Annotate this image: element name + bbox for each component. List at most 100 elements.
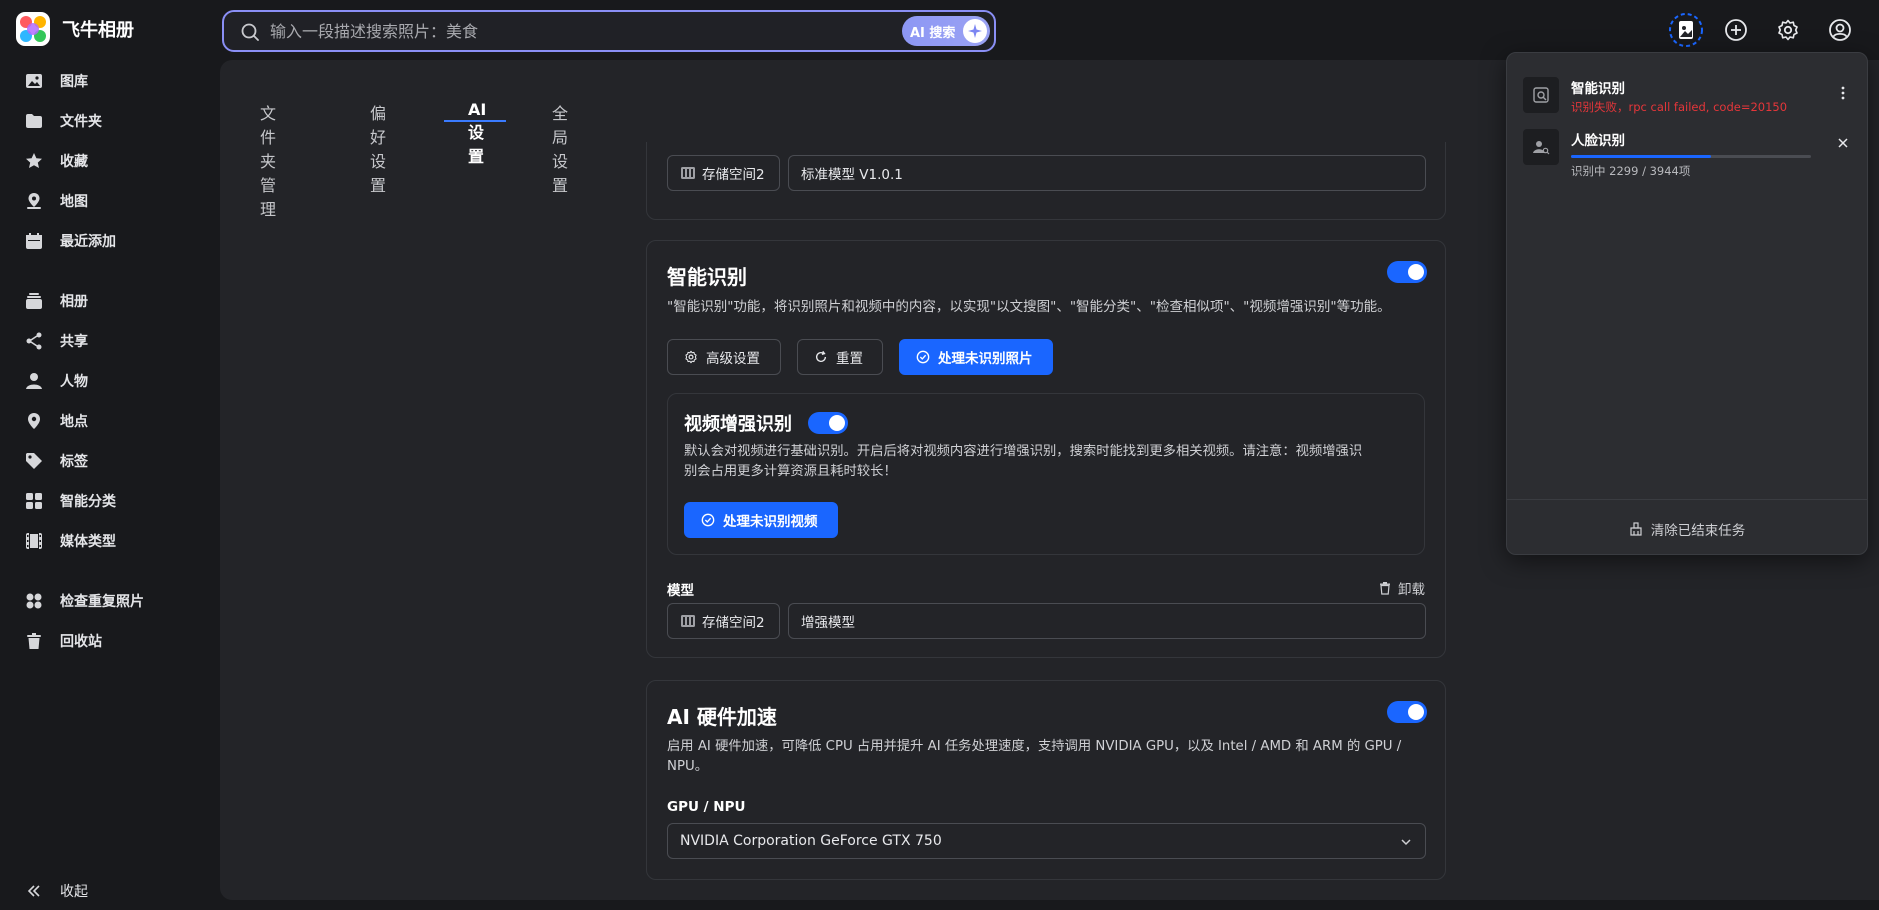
sidebar-item-recent[interactable]: 最近添加 bbox=[24, 226, 116, 256]
sidebar-item-share[interactable]: 共享 bbox=[24, 326, 88, 356]
storage-icon bbox=[681, 167, 695, 179]
sidebar-item-label: 共享 bbox=[60, 334, 88, 350]
smart-recognition-toggle[interactable] bbox=[1387, 261, 1427, 283]
account-button[interactable] bbox=[1820, 10, 1860, 50]
tab-folder-management[interactable]: 文件夹管理 bbox=[260, 100, 276, 219]
app-logo-icon bbox=[16, 12, 50, 46]
sidebar-item-folders[interactable]: 文件夹 bbox=[24, 106, 102, 136]
add-button[interactable] bbox=[1716, 10, 1756, 50]
gear-icon bbox=[685, 350, 697, 364]
process-photos-label: 处理未识别照片 bbox=[938, 351, 1033, 367]
storage-icon bbox=[681, 615, 695, 627]
sidebar-item-smart-categories[interactable]: 智能分类 bbox=[24, 486, 116, 516]
process-unrecognized-videos-button[interactable]: 处理未识别视频 bbox=[684, 502, 838, 538]
sidebar-item-media-types[interactable]: 媒体类型 bbox=[24, 526, 116, 556]
task-item-face-recognition: 人脸识别 识别中 2299 / 3944项 bbox=[1523, 129, 1853, 178]
sidebar-item-albums[interactable]: 相册 bbox=[24, 286, 88, 316]
collapse-label: 收起 bbox=[60, 884, 88, 900]
hw-acceleration-toggle[interactable] bbox=[1387, 701, 1427, 723]
reset-label: 重置 bbox=[836, 351, 863, 367]
advanced-settings-label: 高级设置 bbox=[706, 351, 760, 367]
storage-selector[interactable]: 存储空间2 bbox=[667, 603, 780, 639]
video-enhance-title: 视频增强识别 bbox=[684, 414, 792, 435]
smart-recognition-card: 智能识别 "智能识别"功能，将识别照片和视频中的内容，以实现"以文搜图"、"智能… bbox=[646, 240, 1446, 658]
ai-search-label: AI 搜索 bbox=[910, 25, 956, 41]
map-pin-icon bbox=[27, 193, 41, 209]
task-item-smart-recognition: 智能识别 识别失败，rpc call failed, code=20150 bbox=[1523, 77, 1853, 121]
sidebar-item-label: 收藏 bbox=[60, 154, 88, 170]
storage-label: 存储空间2 bbox=[702, 615, 765, 631]
settings-button[interactable] bbox=[1768, 10, 1808, 50]
model-name: 增强模型 bbox=[801, 615, 855, 631]
top-bar: 飞牛相册 AI 搜索 bbox=[0, 0, 1879, 60]
sidebar-item-trash[interactable]: 回收站 bbox=[24, 626, 102, 656]
task-name: 人脸识别 bbox=[1571, 133, 1625, 149]
plus-circle-icon bbox=[1725, 19, 1747, 41]
gpu-select[interactable]: NVIDIA Corporation GeForce GTX 750 bbox=[667, 823, 1426, 859]
check-circle-icon bbox=[916, 350, 930, 364]
scan-image-icon bbox=[1523, 77, 1559, 113]
tab-global-settings[interactable]: 全局设置 bbox=[552, 100, 568, 195]
uninstall-button[interactable]: 卸载 bbox=[1378, 578, 1425, 598]
task-progress-fill bbox=[1571, 155, 1711, 158]
ai-search-button[interactable]: AI 搜索 bbox=[902, 16, 990, 46]
location-icon bbox=[28, 413, 40, 429]
search-input[interactable] bbox=[270, 18, 870, 44]
card-title: 智能识别 bbox=[667, 265, 747, 289]
task-status: 识别中 2299 / 3944项 bbox=[1571, 164, 1691, 178]
sidebar-item-map[interactable]: 地图 bbox=[24, 186, 88, 216]
person-icon bbox=[26, 373, 42, 389]
share-icon bbox=[26, 332, 42, 350]
popover-divider bbox=[1507, 499, 1867, 500]
card-description: "智能识别"功能，将识别照片和视频中的内容，以实现"以文搜图"、"智能分类"、"… bbox=[667, 299, 1391, 315]
tab-preferences[interactable]: 偏好设置 bbox=[370, 100, 386, 195]
gpu-label: GPU / NPU bbox=[667, 799, 746, 815]
chevron-down-icon bbox=[1401, 839, 1411, 846]
gpu-selected-value: NVIDIA Corporation GeForce GTX 750 bbox=[680, 833, 942, 849]
sidebar-item-tags[interactable]: 标签 bbox=[24, 446, 88, 476]
close-icon bbox=[1838, 138, 1848, 148]
gear-icon bbox=[1778, 19, 1798, 41]
sidebar-item-label: 人物 bbox=[60, 374, 88, 390]
sidebar-item-label: 地点 bbox=[60, 414, 88, 430]
reset-button[interactable]: 重置 bbox=[797, 339, 883, 375]
model-name-field: 增强模型 bbox=[788, 603, 1426, 639]
video-enhance-toggle[interactable] bbox=[808, 412, 848, 434]
uninstall-label: 卸载 bbox=[1398, 582, 1425, 598]
task-close-button[interactable] bbox=[1833, 133, 1853, 153]
sidebar-item-duplicates[interactable]: 检查重复照片 bbox=[24, 586, 144, 616]
storage-selector[interactable]: 存储空间2 bbox=[667, 155, 780, 191]
sidebar-collapse-button[interactable]: 收起 bbox=[24, 876, 88, 906]
basic-model-card: 存储空间2 标准模型 V1.0.1 bbox=[646, 142, 1446, 220]
clear-finished-label: 清除已结束任务 bbox=[1650, 523, 1746, 539]
face-scan-icon bbox=[1523, 129, 1559, 165]
sidebar-item-places[interactable]: 地点 bbox=[24, 406, 88, 436]
process-unrecognized-photos-button[interactable]: 处理未识别照片 bbox=[899, 339, 1053, 375]
model-name-field: 标准模型 V1.0.1 bbox=[788, 155, 1426, 191]
model-label: 模型 bbox=[667, 583, 694, 599]
process-videos-label: 处理未识别视频 bbox=[723, 514, 818, 530]
sidebar-item-label: 检查重复照片 bbox=[60, 594, 144, 610]
sidebar-item-label: 标签 bbox=[60, 454, 88, 470]
video-enhance-desc-line2: 别会占用更多计算资源且耗时较长！ bbox=[684, 464, 897, 479]
task-error-message: 识别失败，rpc call failed, code=20150 bbox=[1571, 100, 1788, 114]
trash-icon bbox=[1380, 582, 1390, 595]
search-icon bbox=[241, 23, 259, 41]
sidebar-item-gallery[interactable]: 图库 bbox=[24, 66, 88, 96]
task-list-button[interactable] bbox=[1666, 10, 1706, 50]
card-title: AI 硬件加速 bbox=[667, 705, 777, 729]
sidebar-item-label: 地图 bbox=[60, 194, 88, 210]
app-root: 飞牛相册 AI 搜索 bbox=[0, 0, 1879, 910]
sidebar-item-people[interactable]: 人物 bbox=[24, 366, 88, 396]
film-icon bbox=[26, 533, 42, 549]
sidebar-item-label: 媒体类型 bbox=[60, 534, 116, 550]
check-circle-icon bbox=[701, 513, 715, 527]
clear-finished-tasks-button[interactable]: 清除已结束任务 bbox=[1507, 519, 1867, 539]
search-bar[interactable]: AI 搜索 bbox=[222, 10, 996, 52]
trash-icon bbox=[27, 633, 41, 649]
brand[interactable]: 飞牛相册 bbox=[16, 12, 134, 46]
sidebar-item-label: 图库 bbox=[60, 74, 88, 90]
task-more-button[interactable] bbox=[1833, 83, 1853, 103]
advanced-settings-button[interactable]: 高级设置 bbox=[667, 339, 781, 375]
sidebar-item-favorites[interactable]: 收藏 bbox=[24, 146, 88, 176]
